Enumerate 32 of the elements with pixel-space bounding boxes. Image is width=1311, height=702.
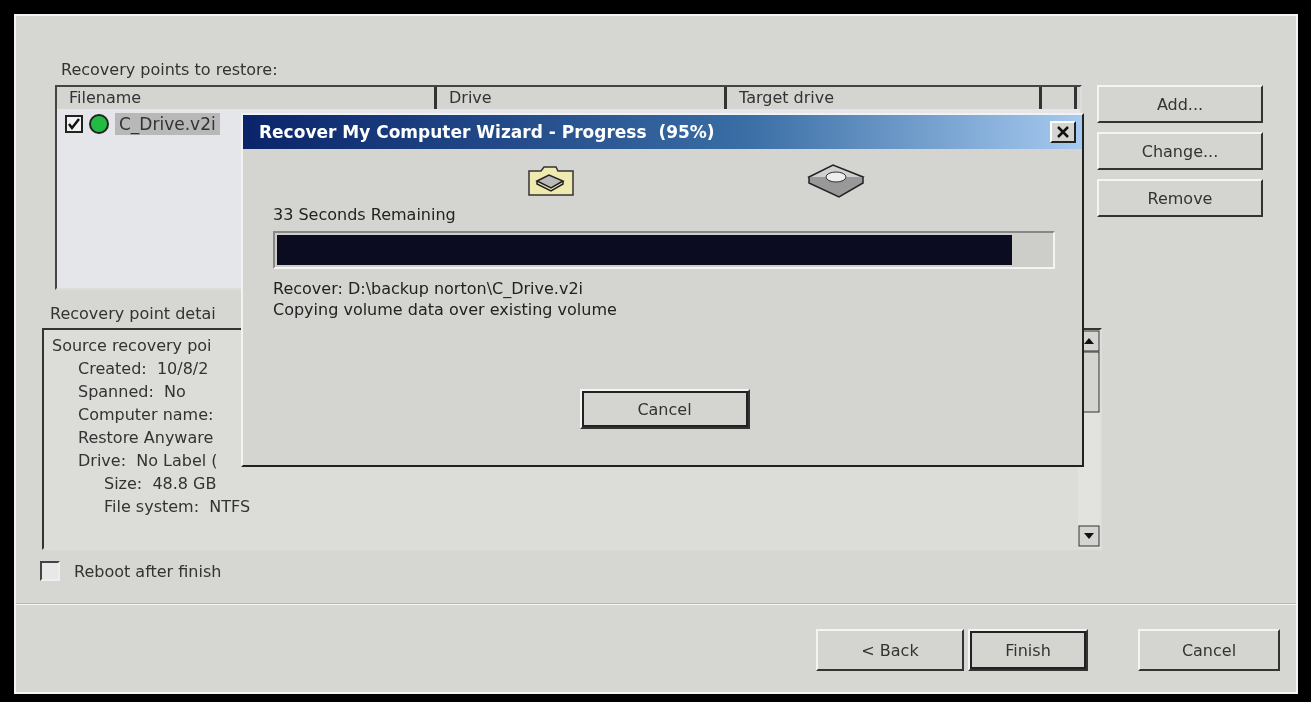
nav-button[interactable]: Cancel	[1138, 629, 1280, 671]
close-button[interactable]	[1050, 121, 1076, 143]
dialog-title: Recover My Computer Wizard - Progress (95%)	[259, 122, 715, 142]
detail-line: Spanned: No	[78, 381, 186, 403]
checkbox[interactable]	[40, 561, 60, 581]
time-remaining: 33 Seconds Remaining	[273, 205, 456, 224]
side-button[interactable]: Add...	[1097, 85, 1263, 123]
recovery-point-item[interactable]: C_Drive.v2i	[115, 113, 220, 135]
hard-drive-icon	[805, 163, 867, 199]
column-header[interactable]: Drive	[437, 87, 727, 109]
nav-button[interactable]: < Back	[816, 629, 964, 671]
detail-line: Source recovery poi	[52, 335, 212, 357]
column-header[interactable]: Filename	[57, 87, 437, 109]
close-icon	[1056, 125, 1070, 139]
source-path: Recover: D:\backup norton\C_Drive.v2i	[273, 279, 584, 298]
side-button[interactable]: Change...	[1097, 132, 1263, 170]
column-header[interactable]: Target drive	[727, 87, 1042, 109]
detail-line: Size: 48.8 GB	[104, 473, 217, 495]
detail-line: Drive: No Label (	[78, 450, 218, 472]
cancel-button[interactable]: Cancel	[579, 389, 750, 429]
folder-drive-icon	[527, 165, 575, 197]
detail-line: Restore Anyware	[78, 427, 214, 449]
side-button[interactable]: Remove	[1097, 179, 1263, 217]
checkbox-label: Reboot after finish	[74, 561, 222, 581]
detail-line: File system: NTFS	[104, 496, 251, 518]
list-label: Recovery points to restore:	[61, 60, 278, 79]
nav-button[interactable]: Finish	[968, 629, 1088, 671]
detail-line: Computer name:	[78, 404, 214, 426]
details-label: Recovery point detai	[50, 304, 216, 323]
detail-line: Created: 10/8/2	[78, 358, 209, 380]
status-text: Copying volume data over existing volume	[273, 300, 617, 319]
checkbox[interactable]	[65, 115, 83, 133]
